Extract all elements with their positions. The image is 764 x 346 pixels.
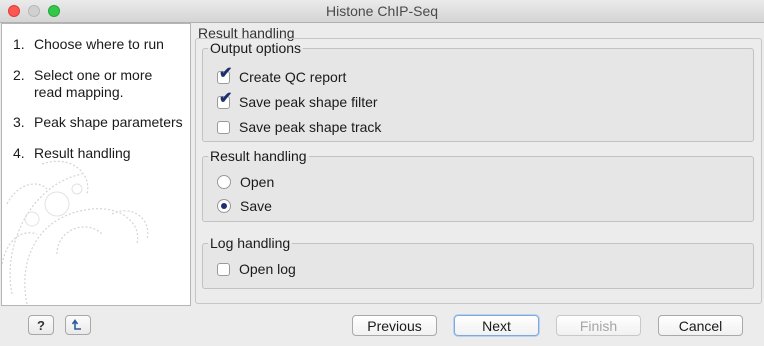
step-number: 2. bbox=[13, 67, 25, 83]
log-handling-group: Log handling Open log bbox=[202, 235, 754, 289]
step-label: Choose where to run bbox=[34, 36, 164, 52]
step-item-2: 2. Select one or more read mapping. bbox=[13, 67, 184, 101]
step-label: Peak shape parameters bbox=[34, 114, 183, 130]
help-button[interactable]: ? bbox=[28, 315, 54, 335]
checkbox-label: Save peak shape filter bbox=[239, 94, 378, 110]
undo-arrow-icon bbox=[71, 319, 81, 330]
checkbox-box[interactable] bbox=[217, 262, 230, 276]
next-button[interactable]: Next bbox=[454, 315, 539, 336]
title-bar: Histone ChIP-Seq bbox=[0, 0, 764, 23]
save-radio[interactable]: Save bbox=[217, 198, 272, 214]
save-peak-shape-filter-checkbox[interactable]: ✔ Save peak shape filter bbox=[217, 90, 378, 110]
radio-selected-dot-icon bbox=[221, 203, 227, 209]
step-item-1: 1. Choose where to run bbox=[13, 36, 184, 53]
radio-circle[interactable] bbox=[217, 175, 231, 189]
create-qc-report-checkbox[interactable]: ✔ Create QC report bbox=[217, 65, 347, 85]
steps-panel: 1. Choose where to run 2. Select one or … bbox=[1, 23, 191, 306]
checkmark-icon: ✔ bbox=[219, 89, 233, 107]
reset-button[interactable] bbox=[65, 315, 91, 335]
radio-circle[interactable] bbox=[217, 199, 231, 213]
open-log-checkbox[interactable]: Open log bbox=[217, 261, 296, 277]
step-item-3: 3. Peak shape parameters bbox=[13, 114, 184, 131]
previous-button[interactable]: Previous bbox=[352, 315, 437, 336]
window-title: Histone ChIP-Seq bbox=[325, 3, 439, 19]
log-handling-legend: Log handling bbox=[210, 235, 291, 251]
cancel-button[interactable]: Cancel bbox=[658, 315, 743, 336]
step-number: 3. bbox=[13, 114, 25, 130]
result-handling-group: Result handling Open Save bbox=[202, 148, 754, 222]
result-handling-legend: Result handling bbox=[210, 148, 307, 164]
checkmark-icon: ✔ bbox=[219, 64, 233, 82]
radio-label: Open bbox=[240, 174, 275, 190]
checkbox-label: Create QC report bbox=[239, 69, 347, 85]
output-options-legend: Output options bbox=[210, 40, 302, 56]
finish-button[interactable]: Finish bbox=[556, 315, 641, 336]
checkbox-box[interactable] bbox=[217, 120, 230, 134]
radio-label: Save bbox=[240, 198, 272, 214]
output-options-group: Output options ✔ Create QC report ✔ Save… bbox=[202, 40, 754, 142]
checkbox-box[interactable]: ✔ bbox=[217, 90, 232, 109]
checkbox-label: Save peak shape track bbox=[239, 119, 382, 135]
save-peak-shape-track-checkbox[interactable]: Save peak shape track bbox=[217, 119, 381, 135]
step-number: 1. bbox=[13, 36, 25, 52]
options-panel: Output options ✔ Create QC report ✔ Save… bbox=[195, 38, 762, 304]
checkbox-label: Open log bbox=[239, 261, 296, 277]
binary-spiral-decoration-icon bbox=[2, 160, 149, 304]
step-label: Select one or more read mapping. bbox=[34, 67, 153, 100]
open-radio[interactable]: Open bbox=[217, 174, 274, 190]
checkbox-box[interactable]: ✔ bbox=[217, 65, 232, 84]
